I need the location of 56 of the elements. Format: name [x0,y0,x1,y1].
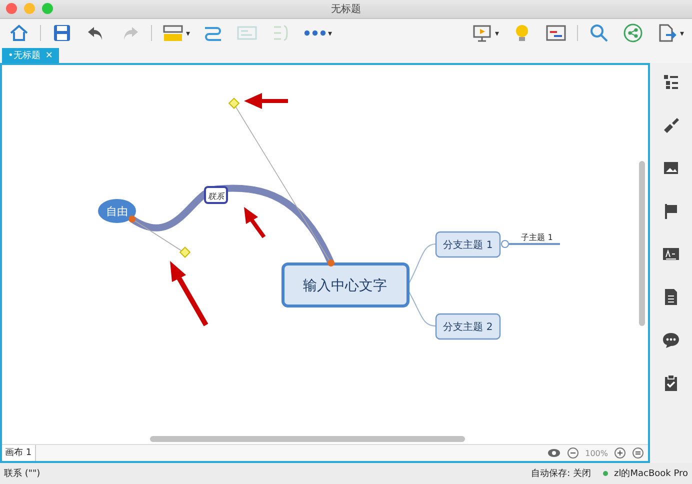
present-button[interactable]: ▾ [469,21,501,45]
document-icon[interactable] [662,288,680,306]
branch-topic-label: 分支主题 2 [443,322,493,333]
floating-topic-label: 自由 [106,205,128,218]
comment-icon[interactable] [662,331,680,349]
annotation-arrow [244,207,266,238]
branch-connector [408,244,436,286]
clipboard-check-icon[interactable] [662,374,680,392]
fit-icon[interactable] [632,447,644,459]
zoom-out-icon[interactable] [567,447,580,459]
autosave-status: 自动保存: 关闭 [531,468,591,480]
share-icon [622,23,644,43]
branch-topic[interactable] [435,313,501,340]
text-style-icon[interactable] [662,245,680,263]
more-icon [304,30,326,36]
central-topic[interactable] [282,262,410,308]
floating-topic[interactable] [98,199,136,223]
zoom-level: 100% [585,448,608,458]
relationship-endpoint[interactable] [328,260,334,266]
eye-icon[interactable] [547,447,562,459]
relationship-line[interactable] [130,184,334,264]
branch-topic-label: 分支主题 1 [443,240,493,251]
home-icon [8,23,30,43]
subtopic-underline [509,243,560,245]
image-icon[interactable] [662,159,680,177]
zoom-in-icon[interactable] [614,447,626,459]
relationship-label-box[interactable] [204,186,228,204]
presentation-icon [471,23,493,43]
annotation-arrow [244,93,288,109]
central-topic-label: 输入中心文字 [303,278,387,294]
style-button[interactable]: ▾ [160,21,192,45]
gantt-icon [545,23,567,43]
more-button[interactable]: ▾ [302,21,334,45]
sheet-tab[interactable]: 画布 1 [2,445,36,461]
window-title: 无标题 [331,2,361,16]
save-icon [51,23,73,43]
outline-icon[interactable] [662,73,680,91]
relationship-endpoint[interactable] [128,216,136,222]
online-status-dot [603,471,608,476]
brush-icon[interactable] [662,116,680,134]
control-handle[interactable] [179,246,191,258]
topic-style-icon [162,23,184,43]
branch-connector [408,290,436,326]
annotation-arrow [170,261,208,326]
control-handle[interactable] [228,98,240,109]
flag-icon[interactable] [662,202,680,220]
horizontal-scrollbar[interactable] [150,436,465,442]
subtopic-label[interactable]: 子主题 1 [521,233,553,242]
status-text: 联系 ("") [4,468,40,480]
vertical-scrollbar[interactable] [639,161,645,326]
user-name: zl的MacBook Pro [614,468,688,480]
branch-topic[interactable] [435,231,501,258]
collapse-toggle[interactable] [501,240,509,248]
relationship-label: 联系 [208,192,224,201]
export-button[interactable]: ▾ [654,21,686,45]
search-icon [588,23,610,43]
